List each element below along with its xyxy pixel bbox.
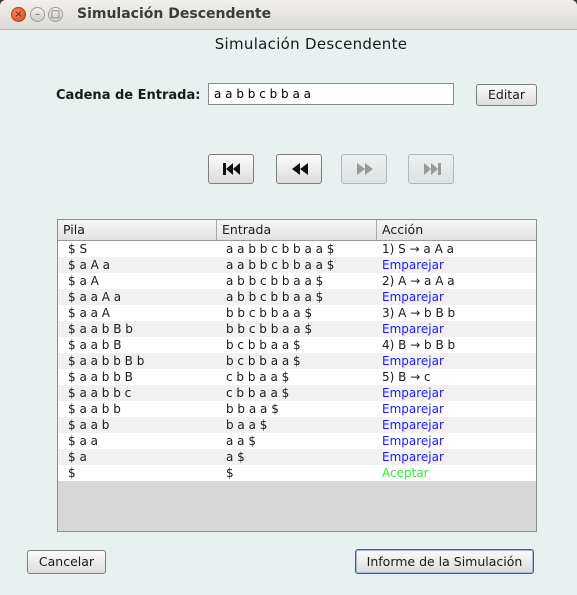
input-string-label: Cadena de Entrada: [56,88,201,103]
table-row[interactable]: $ a a a a $ Emparejar [58,433,536,449]
table-row[interactable]: $ a a b b B c b b a a $ 5) B → c [58,369,536,385]
table-body: $ Sa a b b c b b a a $1) S → a A a $ a A … [58,241,536,481]
previous-button[interactable] [276,154,322,184]
skip-last-icon [424,163,441,175]
table-row[interactable]: $ a a A a a b b c b b a a $ Emparejar [58,289,536,305]
column-header-pila[interactable]: Pila [58,220,217,240]
simulation-table[interactable]: Pila Entrada Acción $ S a a b b c b b a a… [57,219,537,532]
simulation-report-button[interactable]: Informe de la Simulación [355,549,534,574]
cell-accion: Emparejar [382,386,444,400]
table-row[interactable]: $ a a b b B b b c b b a a $ Emparejar [58,353,536,369]
minimize-window-icon[interactable]: – [30,7,45,22]
cell-pila: $ a a b [68,418,110,432]
cell-pila: $ a a b b B b [68,354,145,368]
cell-entrada: b b a a $ [226,402,279,416]
cell-entrada: b a a $ [226,418,268,432]
fast-forward-icon [357,163,373,175]
column-header-accion[interactable]: Acción [377,220,536,240]
cell-accion: 1) S → a A a [382,242,454,256]
cell-entrada: a a b b c b b a a $ [226,258,335,272]
next-button[interactable] [341,154,387,184]
cell-entrada: a $ [226,450,245,464]
column-header-entrada[interactable]: Entrada [217,220,377,240]
cell-pila: $ [68,466,76,480]
first-button[interactable] [208,154,254,184]
cell-entrada: b c b b a a $ [226,338,301,352]
cell-pila: $ a a b b [68,402,121,416]
cell-entrada: b c b b a a $ [226,354,301,368]
cell-accion: Emparejar [382,354,444,368]
table-row[interactable]: $ $ Aceptar [58,465,536,481]
table-row[interactable]: $ a A a b b c b b a a $ 2) A → a A a [58,273,536,289]
table-row[interactable]: $ a a $ Emparejar [58,449,536,465]
cell-accion: Emparejar [382,418,444,432]
cell-accion: 4) B → b B b [382,338,456,352]
table-row[interactable]: $ a A a a a b b c b b a a $ Emparejar [58,257,536,273]
cell-pila: $ S [68,242,88,256]
cell-accion: Emparejar [382,434,444,448]
cell-entrada: a a $ [226,434,256,448]
window-title: Simulación Descendente [77,6,272,22]
table-row[interactable]: $ S a a b b c b b a a $ 1) S → a A a [58,241,536,257]
cell-entrada: c b b a a $ [226,370,290,384]
cell-accion: Emparejar [382,258,444,272]
last-button[interactable] [408,154,454,184]
cell-accion: Aceptar [382,466,429,480]
skip-first-icon [223,163,240,175]
cell-pila: $ a a [68,434,98,448]
cell-pila: $ a A a [68,258,110,272]
cell-entrada: a b b c b b a a $ [226,290,324,304]
cell-entrada: b b c b b a a $ [226,322,313,336]
cell-entrada: $ [226,466,234,480]
cell-pila: $ a a A [68,306,110,320]
table-row[interactable]: $ a a b b b b a a $ Emparejar [58,401,536,417]
cell-accion: Emparejar [382,322,444,336]
cell-pila: $ a A [68,274,99,288]
table-row[interactable]: $ a a b B b b b c b b a a $ Emparejar [58,321,536,337]
cell-pila: $ a a b b c [68,386,132,400]
cell-entrada: b b c b b a a $ [226,306,313,320]
cell-pila: $ a [68,450,87,464]
input-string-field[interactable] [208,83,454,105]
cell-pila: $ a a b B [68,338,122,352]
table-row[interactable]: $ a a b b c c b b a a $ Emparejar [58,385,536,401]
maximize-window-icon[interactable]: □ [48,7,63,22]
simulation-window: × – □ Simulación Descendente Simulación … [0,0,577,595]
cell-pila: $ a a A a [68,290,122,304]
cell-pila: $ a a b b B [68,370,133,384]
table-row[interactable]: $ a a b b a a $ Emparejar [58,417,536,433]
edit-button[interactable]: Editar [476,84,537,106]
cell-entrada: c b b a a $ [226,386,290,400]
cancel-button[interactable]: Cancelar [27,550,106,574]
title-bar[interactable]: × – □ Simulación Descendente [0,0,577,30]
cell-accion: Emparejar [382,402,444,416]
cell-pila: $ a a b B b [68,322,133,336]
close-window-icon[interactable]: × [11,7,26,22]
page-title: Simulación Descendente [214,35,408,53]
cell-accion: Emparejar [382,450,444,464]
cell-accion: 3) A → b B b [382,306,456,320]
rewind-icon [292,163,308,175]
table-header: Pila Entrada Acción [58,220,536,241]
table-row[interactable]: $ a a A b b c b b a a $ 3) A → b B b [58,305,536,321]
cell-entrada: a a b b c b b a a $ [226,242,335,256]
cell-entrada: a b b c b b a a $ [226,274,324,288]
cell-accion: 2) A → a A a [382,274,455,288]
cell-accion: Emparejar [382,290,444,304]
cell-accion: 5) B → c [382,370,431,384]
table-row[interactable]: $ a a b B b c b b a a $ 4) B → b B b [58,337,536,353]
